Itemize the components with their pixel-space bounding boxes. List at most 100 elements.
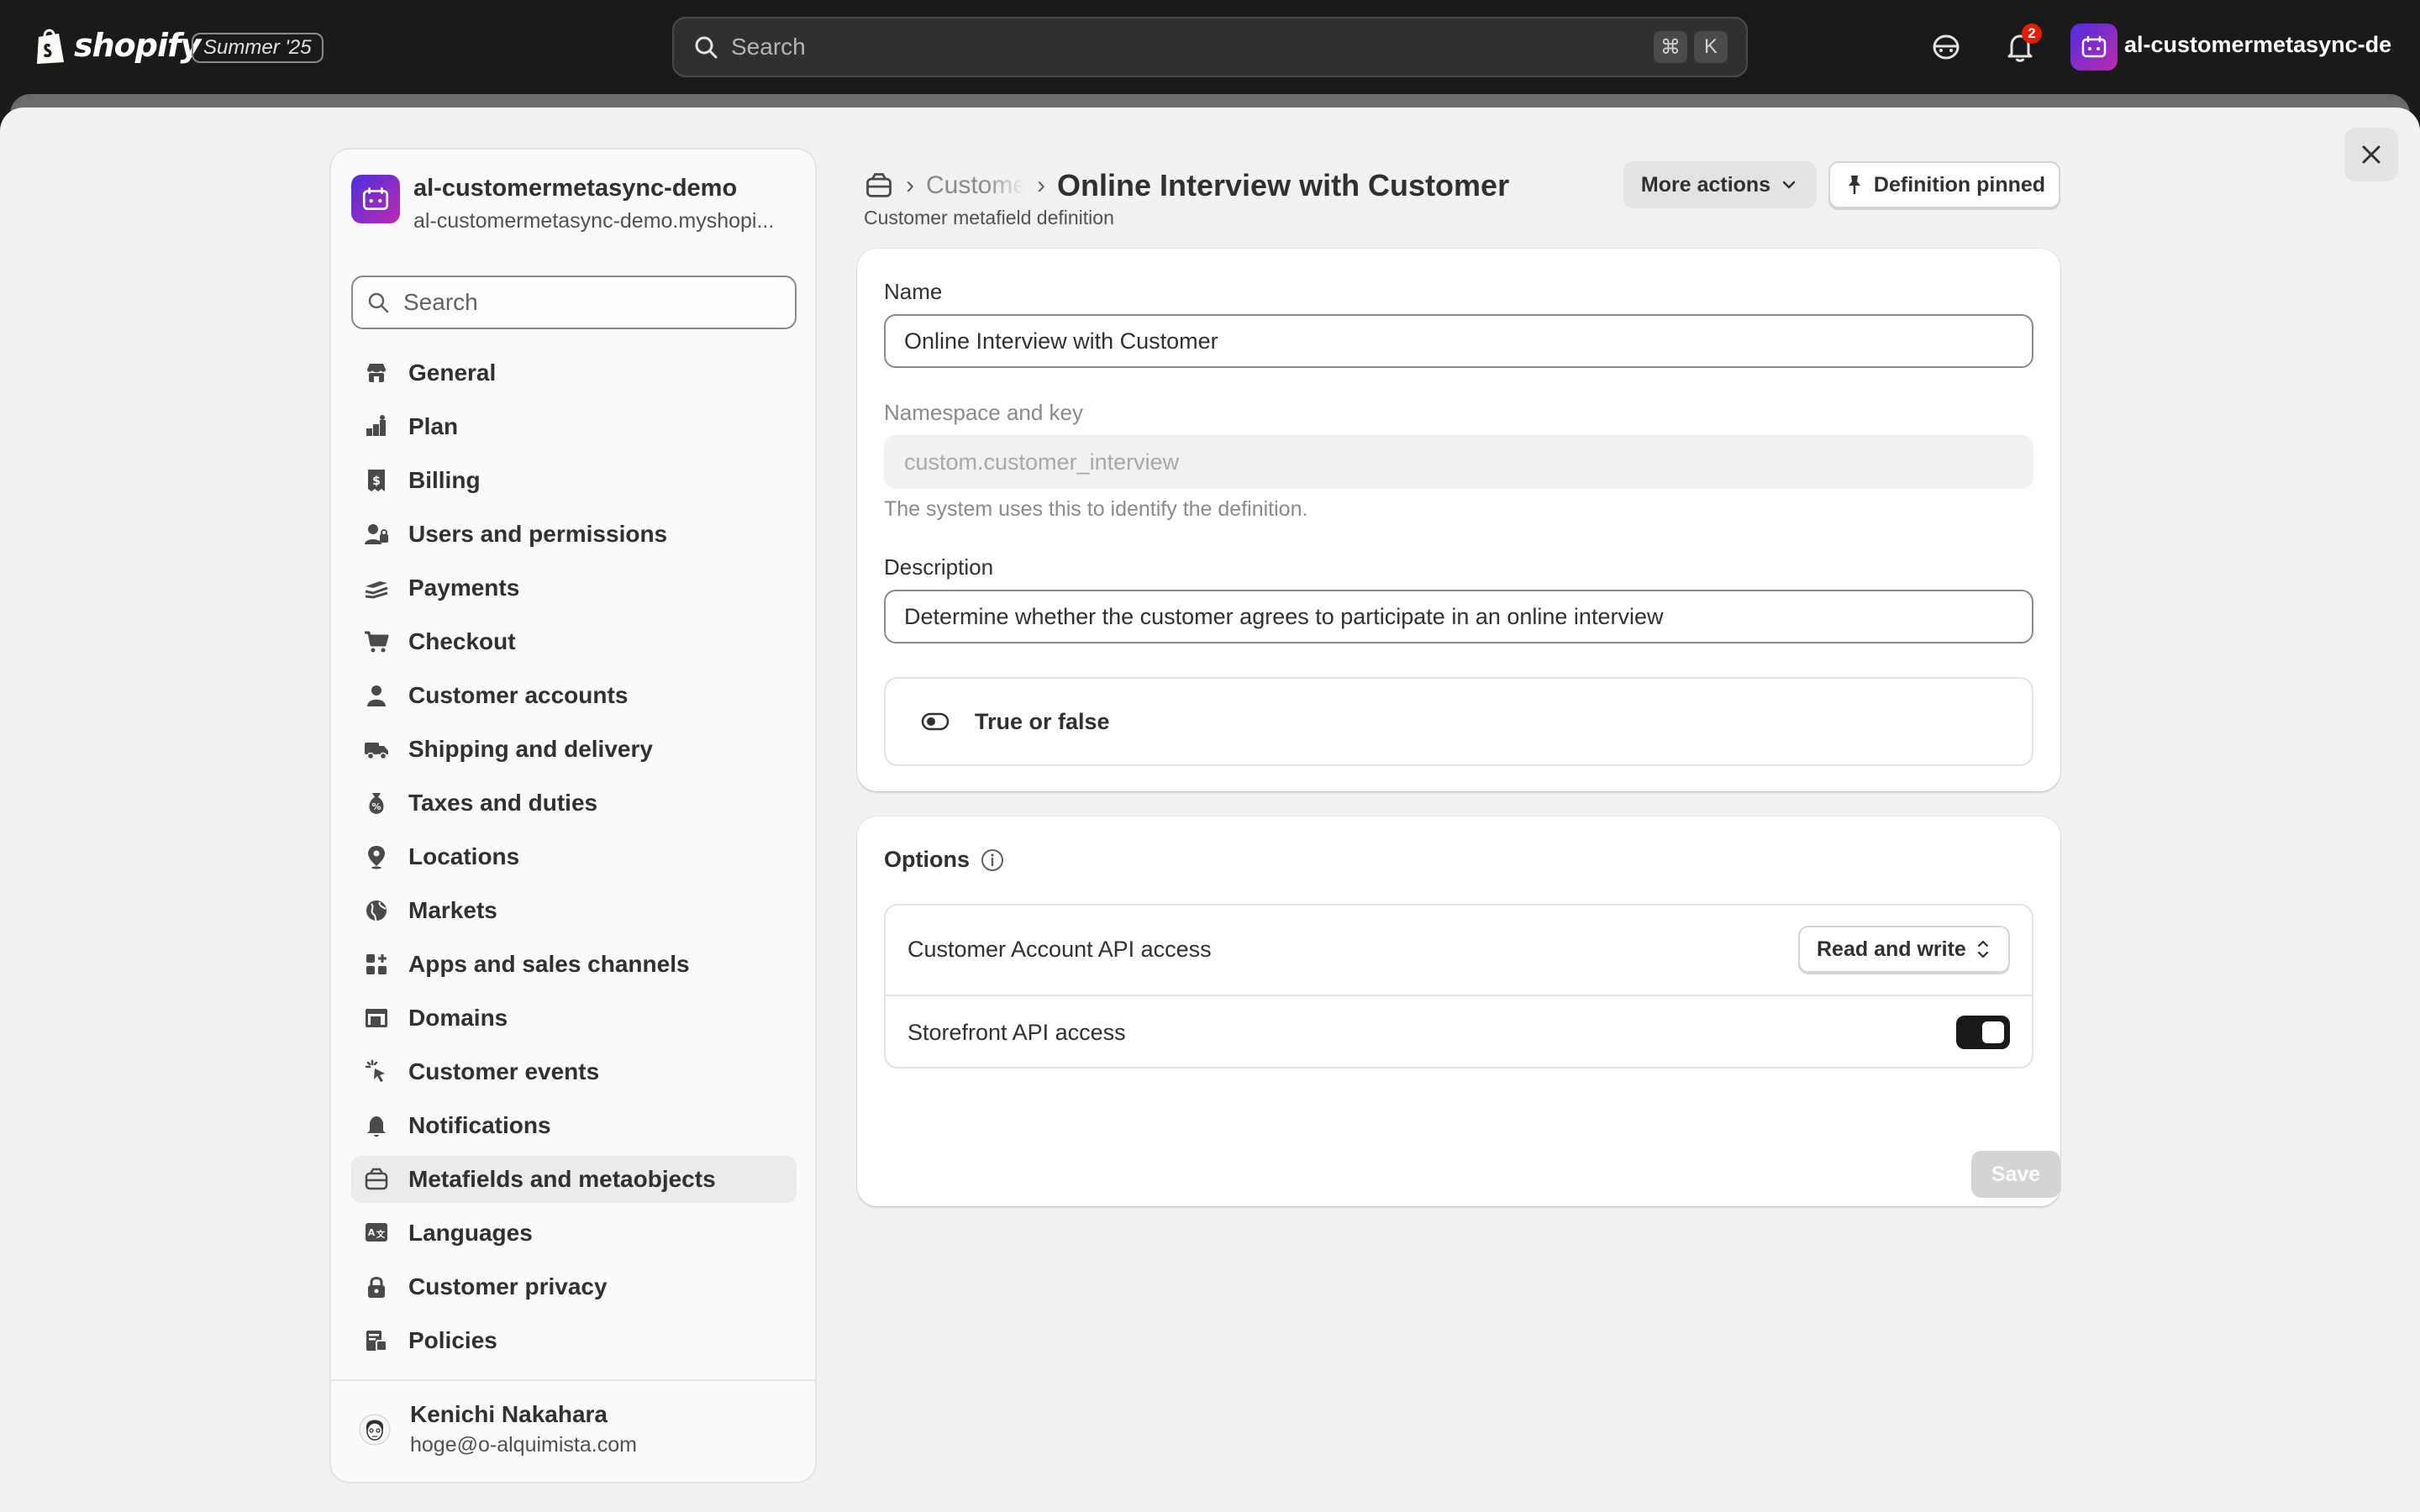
- select-value: Read and write: [1817, 937, 1966, 961]
- chevron-down-icon: [1782, 181, 1796, 189]
- svg-text:$: $: [372, 475, 381, 488]
- store-logo-icon: [362, 187, 389, 210]
- chevron-right-icon: ›: [1037, 171, 1045, 199]
- sidebar-item-customer-events[interactable]: Customer events: [351, 1048, 797, 1095]
- sidebar-item-label: Policies: [408, 1327, 497, 1353]
- sidebar-item-customer-privacy[interactable]: Customer privacy: [351, 1263, 797, 1310]
- store-domain: al-customermetasync-demo.myshopi...: [413, 209, 775, 233]
- pinned-label: Definition pinned: [1873, 172, 2046, 197]
- store-avatar[interactable]: [2070, 24, 2118, 71]
- sidebar-item-label: Taxes and duties: [408, 790, 598, 816]
- namespace-help-text: The system uses this to identify the def…: [884, 497, 1308, 521]
- storefront-api-label: Storefront API access: [908, 1019, 1126, 1045]
- close-button[interactable]: [2344, 128, 2398, 181]
- user-profile[interactable]: Kenichi Nakahara hoge@o-alquimista.com: [358, 1401, 637, 1457]
- sidebar-item-locations[interactable]: Locations: [351, 833, 797, 880]
- domains-icon: [366, 1009, 387, 1027]
- sidebar-item-taxes-and-duties[interactable]: % Taxes and duties: [351, 780, 797, 827]
- sidebar-item-payments[interactable]: Payments: [351, 564, 797, 612]
- sidebar-item-label: Apps and sales channels: [408, 951, 690, 977]
- type-label: True or false: [975, 708, 1110, 734]
- sidebar-item-languages[interactable]: A文 Languages: [351, 1210, 797, 1257]
- metafields-icon: [365, 1168, 388, 1190]
- definition-card: Name Online Interview with Customer Name…: [857, 249, 2060, 791]
- truck-icon: [365, 743, 388, 760]
- sidebar-item-billing[interactable]: $ Billing: [351, 457, 797, 504]
- sidebar-item-domains[interactable]: Domains: [351, 995, 797, 1042]
- sidebar-item-plan[interactable]: Plan: [351, 403, 797, 450]
- pin-icon: [1848, 176, 1860, 194]
- bell-icon: [367, 1116, 386, 1137]
- page-subtitle: Customer metafield definition: [864, 207, 1114, 228]
- options-title: Options: [884, 847, 970, 872]
- search-icon: [368, 292, 389, 313]
- more-actions-button[interactable]: More actions: [1623, 161, 1817, 208]
- sidebar-item-label: Checkout: [408, 628, 516, 654]
- global-search[interactable]: Search ⌘ K: [672, 17, 1748, 77]
- sidebar-item-policies[interactable]: Policies: [351, 1317, 797, 1364]
- payments-icon: [365, 581, 388, 599]
- settings-search-input[interactable]: Search: [351, 276, 797, 329]
- info-icon[interactable]: [980, 848, 1005, 873]
- taxes-icon: %: [369, 793, 384, 814]
- sidebar-item-label: Payments: [408, 575, 520, 601]
- definition-pinned-button[interactable]: Definition pinned: [1828, 161, 2060, 208]
- storefront-api-toggle[interactable]: [1956, 1016, 2010, 1049]
- brand-wordmark: shopify: [74, 27, 201, 64]
- sidekick-icon[interactable]: [1929, 30, 1963, 64]
- sidebar-item-label: Domains: [408, 1005, 508, 1031]
- metafields-icon[interactable]: [864, 171, 894, 201]
- toggle-type-icon: [921, 712, 950, 731]
- svg-text:A: A: [368, 1227, 376, 1238]
- billing-icon: $: [368, 470, 385, 491]
- store-name: al-customermetasync-demo: [413, 175, 738, 202]
- sidebar-item-customer-accounts[interactable]: Customer accounts: [351, 672, 797, 719]
- name-input[interactable]: Online Interview with Customer: [884, 314, 2033, 368]
- store-header[interactable]: al-customermetasync-demo al-customermeta…: [351, 175, 792, 234]
- policies-icon: [366, 1331, 387, 1352]
- edition-badge[interactable]: Summer '25: [192, 33, 324, 63]
- sidebar-item-shipping-and-delivery[interactable]: Shipping and delivery: [351, 726, 797, 773]
- svg-text:文: 文: [376, 1229, 386, 1240]
- toggle-knob: [1982, 1021, 2004, 1043]
- shopify-logo[interactable]: shopify: [34, 25, 201, 66]
- shortcut-key-k: K: [1694, 31, 1728, 63]
- sidebar-item-label: Notifications: [408, 1112, 551, 1138]
- sidebar-item-label: Customer privacy: [408, 1273, 608, 1299]
- sidebar-item-checkout[interactable]: Checkout: [351, 618, 797, 665]
- sidebar-item-markets[interactable]: Markets: [351, 887, 797, 934]
- description-input[interactable]: Determine whether the customer agrees to…: [884, 590, 2033, 643]
- lock-icon: [368, 1277, 385, 1298]
- more-actions-label: More actions: [1640, 172, 1771, 197]
- sidebar-item-notifications[interactable]: Notifications: [351, 1102, 797, 1149]
- sidebar-item-users-and-permissions[interactable]: Users and permissions: [351, 511, 797, 558]
- customer-account-api-label: Customer Account API access: [908, 936, 1212, 962]
- description-label: Description: [884, 554, 994, 580]
- notification-count-badge: 2: [2022, 24, 2042, 44]
- sidebar-item-metafields-and-metaobjects[interactable]: Metafields and metaobjects: [351, 1156, 797, 1203]
- customer-account-api-select[interactable]: Read and write: [1798, 926, 2010, 973]
- store-avatar: [351, 175, 400, 223]
- sidebar-divider: [331, 1379, 815, 1381]
- top-bar: shopify Summer '25 Search ⌘ K 2 al-custo…: [0, 0, 2420, 94]
- namespace-input: custom.customer_interview: [884, 435, 2033, 489]
- globe-icon: [366, 900, 387, 921]
- save-button[interactable]: Save: [1971, 1151, 2060, 1198]
- chevron-up-down-icon: [1977, 940, 1989, 958]
- breadcrumb-parent-link[interactable]: Customers: [926, 171, 1025, 200]
- user-avatar: [359, 1414, 391, 1445]
- sidebar-item-general[interactable]: General: [351, 349, 797, 396]
- settings-modal: al-customermetasync-demo al-customermeta…: [0, 108, 2420, 1512]
- sidebar-item-apps-and-sales-channels[interactable]: Apps and sales channels: [351, 941, 797, 988]
- search-placeholder: Search: [403, 289, 478, 315]
- store-name[interactable]: al-customermetasync-de...: [2124, 32, 2393, 58]
- sidebar-item-label: Customer accounts: [408, 682, 629, 708]
- user-name: Kenichi Nakahara: [410, 1401, 608, 1427]
- apps-icon: [366, 954, 387, 974]
- languages-icon: A文: [366, 1223, 387, 1242]
- options-heading: Options: [884, 847, 1005, 873]
- sidebar-item-label: Customer events: [408, 1058, 600, 1084]
- cart-icon: [365, 631, 389, 653]
- namespace-label: Namespace and key: [884, 400, 1084, 425]
- type-selector[interactable]: True or false: [884, 677, 2033, 766]
